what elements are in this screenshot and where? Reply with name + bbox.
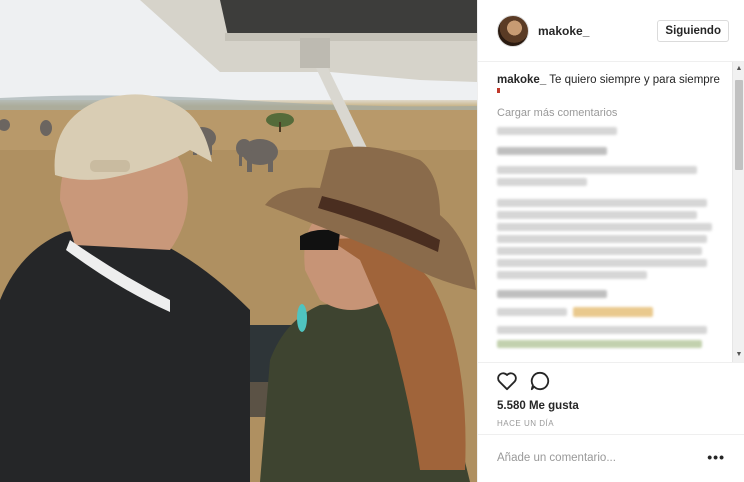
blurred-comment (497, 199, 707, 207)
blurred-comment (497, 340, 702, 348)
likes-count[interactable]: 5.580 Me gusta (497, 400, 579, 412)
caption-username[interactable]: makoke_ (497, 74, 546, 86)
post-photo (0, 0, 477, 482)
post-side-panel: makoke_ Siguiendo makoke_ Te quiero siem… (477, 0, 744, 482)
comments-scrollbar[interactable]: ▲ ▼ (732, 62, 744, 362)
scroll-up-arrow-icon[interactable]: ▲ (735, 64, 743, 74)
load-more-comments-link[interactable]: Cargar más comentarios (497, 107, 617, 119)
comments-list: makoke_ Te quiero siempre y para siempre… (478, 62, 744, 362)
caption-marker (497, 88, 500, 93)
blurred-comment (497, 235, 707, 243)
caption: makoke_ Te quiero siempre y para siempre (497, 73, 727, 88)
scroll-down-arrow-icon[interactable]: ▼ (735, 350, 743, 360)
blurred-comment (497, 247, 702, 255)
post-header: makoke_ Siguiendo (478, 0, 744, 62)
post-actions (478, 362, 744, 400)
add-comment-section: ••• (478, 434, 744, 482)
caption-text: Te quiero siempre y para siempre (549, 74, 720, 86)
blurred-comment (497, 147, 607, 155)
add-comment-input[interactable] (497, 449, 697, 467)
post-timestamp: HACE UN DÍA (497, 419, 555, 428)
safari-photo-illustration (0, 0, 477, 482)
blurred-comment (497, 178, 587, 186)
post-username[interactable]: makoke_ (538, 24, 589, 38)
blurred-comment (497, 211, 697, 219)
comment-icon[interactable] (530, 371, 550, 391)
heart-icon[interactable] (496, 371, 518, 391)
scroll-thumb[interactable] (735, 80, 743, 170)
blurred-comment (497, 326, 707, 334)
following-button[interactable]: Siguiendo (657, 20, 729, 42)
blurred-comment (497, 166, 697, 174)
avatar[interactable] (497, 15, 529, 47)
blurred-comment (497, 223, 712, 231)
more-options-icon[interactable]: ••• (707, 449, 725, 465)
blurred-comment (497, 308, 567, 316)
blurred-comment (497, 290, 607, 298)
blurred-comment (497, 271, 647, 279)
blurred-comment (573, 307, 653, 317)
blurred-comment (497, 259, 707, 267)
blurred-comment (497, 127, 617, 135)
